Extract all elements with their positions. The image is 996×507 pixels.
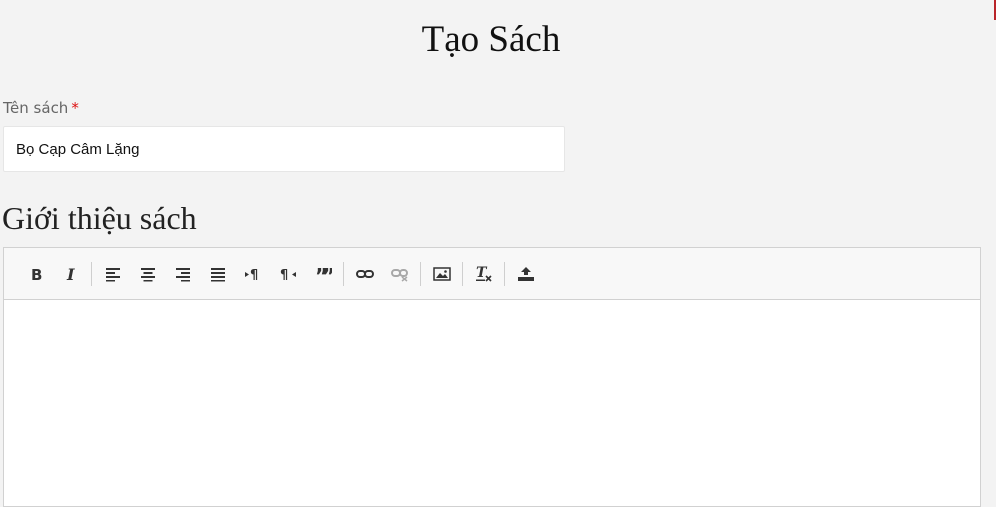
svg-text:¶: ¶	[280, 268, 288, 282]
svg-text:B: B	[31, 266, 42, 282]
svg-text:¶: ¶	[250, 268, 258, 282]
image-icon	[432, 266, 451, 281]
editor-toolbar: B I ¶ ¶ ””	[4, 248, 980, 300]
link-icon	[355, 269, 374, 278]
svg-text:T: T	[476, 265, 488, 281]
align-center-icon	[140, 267, 155, 281]
upload-icon	[517, 266, 534, 281]
toolbar-separator	[462, 261, 463, 286]
align-center-button[interactable]	[133, 259, 162, 288]
image-button[interactable]	[427, 259, 456, 288]
book-name-label: Tên sách *	[3, 99, 79, 117]
italic-icon: I	[66, 266, 75, 282]
ltr-button[interactable]: ¶	[238, 259, 267, 288]
link-button[interactable]	[350, 259, 379, 288]
required-marker: *	[71, 99, 79, 117]
upload-button[interactable]	[511, 259, 540, 288]
justify-icon	[210, 267, 225, 281]
rtl-icon: ¶	[280, 268, 296, 282]
ltr-icon: ¶	[244, 268, 258, 282]
align-left-icon	[105, 267, 120, 281]
page-title: Tạo Sách	[421, 19, 561, 60]
book-intro-heading: Giới thiệu sách	[2, 200, 197, 236]
book-name-label-text: Tên sách	[3, 99, 69, 117]
toolbar-separator	[504, 261, 505, 286]
align-right-button[interactable]	[168, 259, 197, 288]
bold-icon: B	[31, 266, 42, 282]
bold-button[interactable]: B	[21, 259, 50, 288]
svg-text:”: ”	[322, 266, 332, 282]
italic-button[interactable]: I	[56, 259, 85, 288]
clear-format-button[interactable]: T	[469, 259, 498, 288]
book-name-input[interactable]	[3, 126, 565, 172]
justify-button[interactable]	[203, 259, 232, 288]
clear-format-icon: T	[475, 265, 492, 282]
editor-content-area[interactable]	[4, 300, 980, 507]
rich-text-editor: B I ¶ ¶ ””	[3, 247, 981, 507]
unlink-button[interactable]	[385, 259, 414, 288]
rtl-button[interactable]: ¶	[273, 259, 302, 288]
svg-text:I: I	[66, 266, 75, 282]
toolbar-separator	[91, 261, 92, 286]
blockquote-button[interactable]: ””	[308, 259, 337, 288]
unlink-icon	[390, 268, 408, 282]
toolbar-separator	[343, 261, 344, 286]
blockquote-icon: ””	[315, 266, 332, 282]
align-left-button[interactable]	[98, 259, 127, 288]
align-right-icon	[175, 267, 190, 281]
toolbar-separator	[420, 261, 421, 286]
